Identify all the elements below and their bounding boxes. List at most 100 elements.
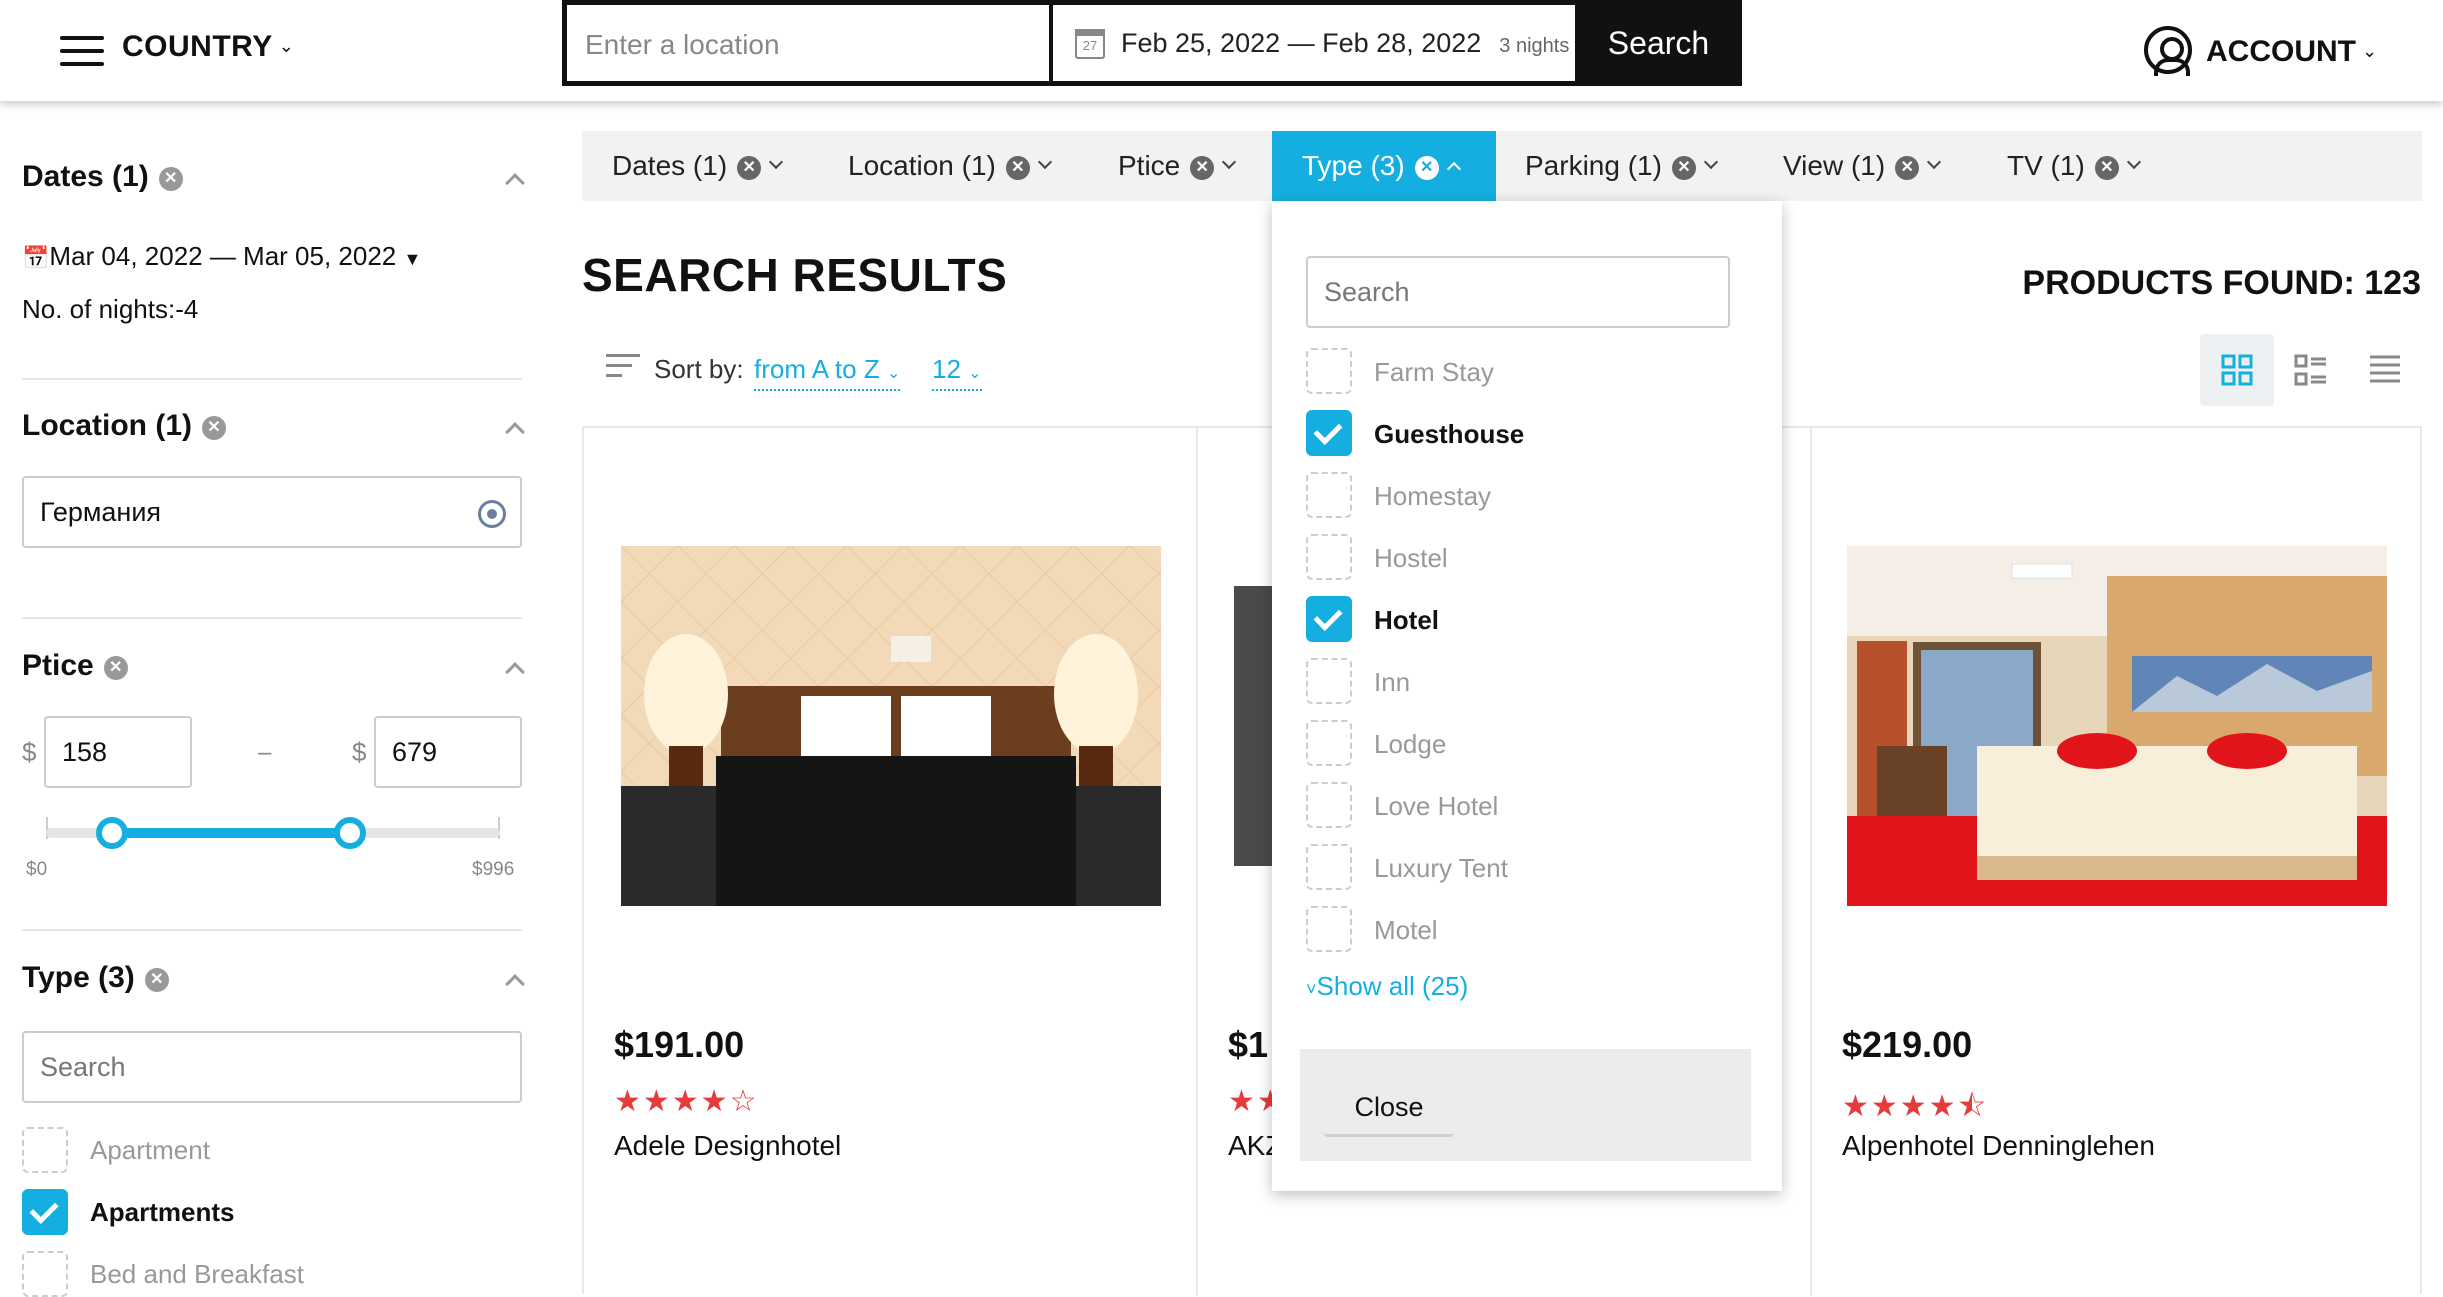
type-filter-dropdown: Search Farm Stay Guesthouse Homestay Hos… [1272, 201, 1782, 1191]
clear-filter-icon[interactable]: ✕ [144, 968, 169, 992]
range-dash: – [258, 739, 272, 766]
price-min-input[interactable]: 158 [44, 716, 192, 788]
checkbox[interactable] [1306, 720, 1352, 766]
per-page-select[interactable]: 12 ⌄ [932, 354, 982, 391]
product-name[interactable]: Alpenhotel Denninglehen [1842, 1130, 2155, 1162]
type-option-label[interactable]: Luxury Tent [1374, 853, 1508, 884]
checkbox-checked[interactable] [1306, 410, 1352, 456]
page-title: SEARCH RESULTS [582, 249, 1008, 301]
price-slider-max-handle[interactable] [334, 817, 366, 849]
price-max-input[interactable]: 679 [374, 716, 522, 788]
products-found-count: PRODUCTS FOUND: 123 [2022, 264, 2421, 302]
type-option-label[interactable]: Farm Stay [1374, 357, 1494, 388]
chevron-down-icon [1222, 154, 1237, 170]
tab-label: Dates (1) [612, 150, 728, 181]
product-name[interactable]: Adele Designhotel [614, 1130, 841, 1162]
type-option-label[interactable]: Bed and Breakfast [90, 1259, 304, 1290]
clear-filter-icon[interactable]: ✕ [158, 167, 183, 191]
tab-type[interactable]: Type (3) ✕ [1272, 131, 1496, 201]
checkbox[interactable] [22, 1251, 68, 1297]
country-selector[interactable]: COUNTRY ⌄ [122, 30, 294, 64]
divider [22, 929, 522, 931]
menu-icon[interactable] [60, 36, 104, 66]
tab-price[interactable]: Ptice ✕ [1118, 131, 1237, 201]
location-filter-header[interactable]: Location (1) ✕ [22, 409, 226, 443]
search-button[interactable]: Search [1575, 0, 1742, 86]
tab-view[interactable]: View (1) ✕ [1783, 131, 1942, 201]
divider [22, 617, 522, 619]
nights-count: 3 nights [1499, 35, 1570, 57]
type-option-label[interactable]: Motel [1374, 915, 1438, 946]
date-range-field[interactable]: 27 Feb 25, 2022 — Feb 28, 2022 3 nights [1053, 5, 1575, 81]
clear-filter-icon[interactable]: ✕ [1190, 156, 1215, 180]
chevron-down-icon [769, 154, 784, 170]
caret-down-icon: ▼ [403, 249, 422, 269]
checkbox[interactable] [1306, 534, 1352, 580]
user-icon [2144, 26, 2192, 76]
dates-filter-header[interactable]: Dates (1) ✕ [22, 160, 183, 194]
type-dropdown-search-input[interactable]: Search [1306, 256, 1730, 328]
tab-tv[interactable]: TV (1) ✕ [2007, 131, 2141, 201]
checkbox[interactable] [22, 1127, 68, 1173]
tab-location[interactable]: Location (1) ✕ [848, 131, 1052, 201]
checkbox[interactable] [1306, 658, 1352, 704]
clear-filter-icon[interactable]: ✕ [1671, 156, 1696, 180]
type-option-label[interactable]: Apartments [90, 1197, 234, 1228]
collapse-icon[interactable] [505, 662, 525, 682]
account-menu[interactable]: ACCOUNT ⌄ [2144, 26, 2377, 76]
section-title: Location (1) [22, 409, 192, 442]
clear-filter-icon[interactable]: ✕ [202, 416, 226, 440]
checkbox-checked[interactable] [22, 1189, 68, 1235]
range-max-label: $996 [472, 859, 515, 880]
checkbox[interactable] [1306, 906, 1352, 952]
dates-range-select[interactable]: 📅Mar 04, 2022 — Mar 05, 2022 ▼ [22, 241, 421, 272]
close-button[interactable]: Close [1324, 1077, 1454, 1137]
type-option-label[interactable]: Hotel [1374, 605, 1439, 636]
clear-filter-icon[interactable]: ✕ [103, 656, 128, 680]
clear-filter-icon[interactable]: ✕ [1005, 156, 1030, 180]
chevron-down-icon: ⌄ [968, 365, 982, 382]
checkbox[interactable] [1306, 472, 1352, 518]
collapse-icon[interactable] [505, 173, 525, 193]
list-view-button[interactable] [2348, 334, 2422, 406]
sort-order-select[interactable]: from A to Z ⌄ [754, 354, 901, 391]
type-option-label[interactable]: Love Hotel [1374, 791, 1498, 822]
type-search-input[interactable]: Search [22, 1031, 522, 1103]
price-slider-min-handle[interactable] [96, 817, 128, 849]
type-option-label[interactable]: Hostel [1374, 543, 1448, 574]
collapse-icon[interactable] [505, 974, 525, 994]
product-image[interactable] [621, 546, 1161, 906]
tab-parking[interactable]: Parking (1) ✕ [1525, 131, 1719, 201]
product-image[interactable] [1847, 546, 2387, 906]
checkbox[interactable] [1306, 782, 1352, 828]
account-label: ACCOUNT [2206, 35, 2356, 68]
location-input[interactable]: Enter a location [567, 5, 1049, 81]
type-option-label[interactable]: Inn [1374, 667, 1410, 698]
product-card[interactable]: $191.00 ★★★★☆ Adele Designhotel [584, 428, 1198, 1296]
product-price: $191.00 [614, 1024, 745, 1065]
grid-view-button[interactable] [2200, 334, 2274, 406]
clear-filter-icon[interactable]: ✕ [1414, 156, 1439, 180]
clear-filter-icon[interactable]: ✕ [1895, 156, 1920, 180]
checkbox-checked[interactable] [1306, 596, 1352, 642]
compact-list-view-button[interactable] [2274, 334, 2348, 406]
location-field[interactable]: Германия [22, 476, 522, 548]
collapse-icon[interactable] [505, 422, 525, 442]
chevron-down-icon: ˅ [1306, 979, 1317, 999]
locate-icon[interactable] [478, 500, 506, 528]
checkbox[interactable] [1306, 348, 1352, 394]
grid-icon [2221, 354, 2253, 386]
price-filter-header[interactable]: Ptice ✕ [22, 649, 128, 683]
type-option-label[interactable]: Apartment [90, 1135, 210, 1166]
clear-filter-icon[interactable]: ✕ [737, 156, 762, 180]
type-filter-header[interactable]: Type (3) ✕ [22, 961, 169, 995]
calendar-icon: 📅 [22, 245, 50, 270]
type-option-label[interactable]: Guesthouse [1374, 419, 1524, 450]
type-option-label[interactable]: Homestay [1374, 481, 1491, 512]
clear-filter-icon[interactable]: ✕ [2094, 156, 2119, 180]
type-option-label[interactable]: Lodge [1374, 729, 1446, 760]
tab-dates[interactable]: Dates (1) ✕ [612, 131, 784, 201]
show-all-link[interactable]: ˅Show all (25) [1306, 971, 1468, 1002]
product-card[interactable]: $219.00 ★★★★⯪ Alpenhotel Denninglehen [1812, 428, 2424, 1296]
checkbox[interactable] [1306, 844, 1352, 890]
